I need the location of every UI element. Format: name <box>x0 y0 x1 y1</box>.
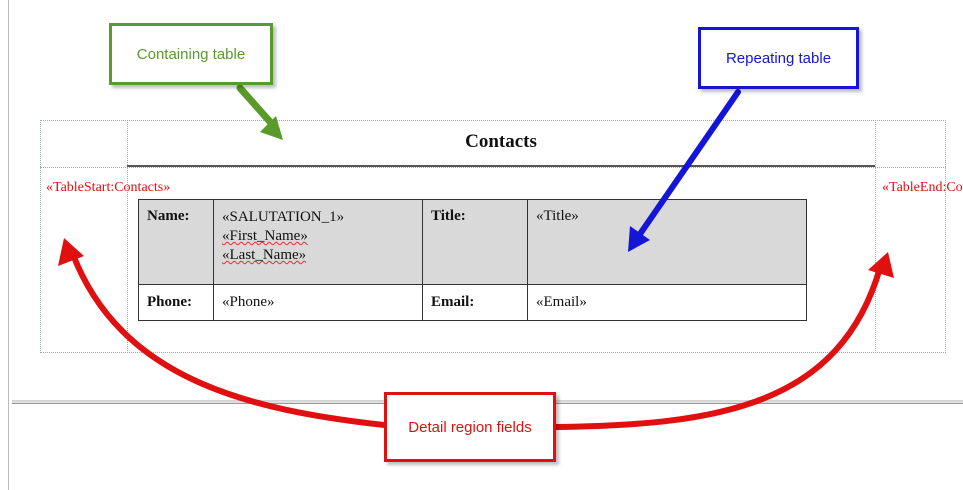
table-row: Name: «SALUTATION_1» «First_Name» «Last_… <box>138 199 807 285</box>
table-start-field: «TableStart:Contacts» <box>46 180 171 195</box>
containing-table-callout: Containing table <box>109 23 273 85</box>
containing-table-row-divider <box>40 167 946 168</box>
contacts-title: Contacts <box>465 131 537 152</box>
email-field: «Email» <box>527 284 807 321</box>
title-label: Title: <box>422 199 528 285</box>
phone-field: «Phone» <box>213 284 423 321</box>
containing-table-left-divider <box>127 120 128 353</box>
salutation-field: «SALUTATION_1» <box>222 209 345 225</box>
repeating-table-callout: Repeating table <box>698 27 859 89</box>
last-name-field: «Last_Name» <box>222 247 307 263</box>
phone-label: Phone: <box>138 284 214 321</box>
email-label: Email: <box>422 284 528 321</box>
table-end-field: «TableEnd:Contacts» <box>882 180 963 195</box>
contacts-header-underline <box>127 165 875 167</box>
containing-table-right-divider <box>875 120 876 353</box>
repeating-table: Name: «SALUTATION_1» «First_Name» «Last_… <box>138 199 807 321</box>
title-field: «Title» <box>527 199 807 285</box>
table-row: Phone: «Phone» Email: «Email» <box>138 284 807 321</box>
name-label: Name: <box>138 199 214 285</box>
name-fields-cell: «SALUTATION_1» «First_Name» «Last_Name» <box>213 199 423 285</box>
detail-region-fields-callout: Detail region fields <box>384 392 556 462</box>
first-name-field: «First_Name» <box>222 228 308 244</box>
